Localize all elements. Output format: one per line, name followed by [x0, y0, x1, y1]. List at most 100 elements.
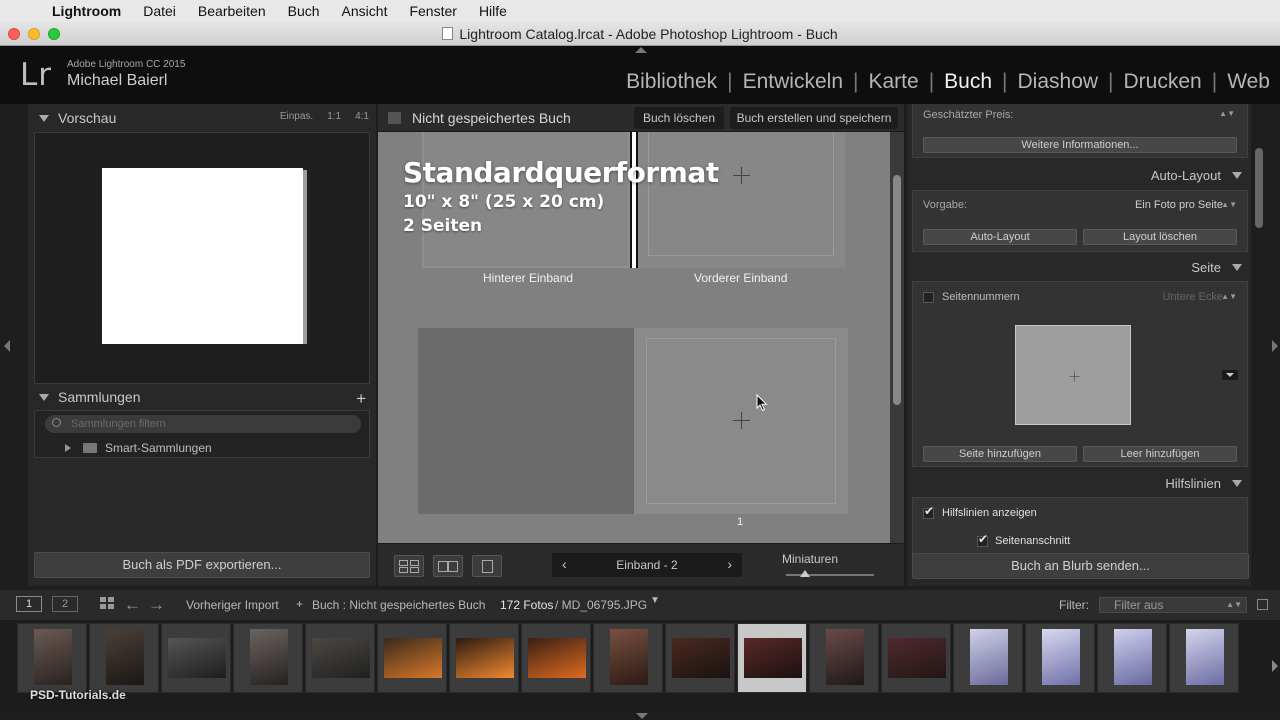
single-page-view-button[interactable]	[472, 555, 502, 577]
zoom-1to1-option[interactable]: 1:1	[327, 111, 341, 122]
page-bleed-label: Seitenanschnitt	[995, 535, 1071, 547]
canvas-scroll-thumb[interactable]	[893, 175, 901, 405]
auto-layout-header[interactable]: Auto-Layout	[911, 163, 1249, 189]
zoom-fit-option[interactable]: Einpas.	[280, 111, 313, 122]
book-source-label[interactable]: Buch : Nicht gespeichertes Buch	[312, 598, 485, 612]
watermark-logo: PSD-Tutorials.de	[30, 688, 126, 702]
filter-select[interactable]: Filter aus ▲▼	[1099, 597, 1247, 613]
guides-header[interactable]: Hilfslinien	[911, 471, 1249, 497]
page-numbers-checkbox[interactable]	[923, 292, 934, 303]
menu-datei[interactable]: Datei	[143, 3, 176, 19]
menu-bearbeiten[interactable]: Bearbeiten	[198, 3, 266, 19]
up-down-arrows-icon: ▲▼	[1221, 292, 1237, 301]
filmstrip-thumbnail[interactable]	[449, 623, 519, 693]
filmstrip-thumbnail[interactable]	[161, 623, 231, 693]
filmstrip-thumbnail[interactable]	[1025, 623, 1095, 693]
next-page-button[interactable]: ›	[727, 556, 732, 572]
thumbnail-photo	[744, 638, 802, 678]
filmstrip-thumbnail[interactable]	[377, 623, 447, 693]
left-page[interactable]	[418, 328, 634, 514]
page-header[interactable]: Seite	[911, 255, 1249, 281]
spread-view-button[interactable]	[433, 555, 463, 577]
menu-buch[interactable]: Buch	[288, 3, 320, 19]
auto-layout-button[interactable]: Auto-Layout	[923, 229, 1077, 245]
book-canvas[interactable]: Standardquerformat 10" x 8" (25 x 20 cm)…	[378, 132, 890, 543]
add-photo-crosshair-icon[interactable]	[733, 412, 750, 429]
collections-filter-input[interactable]: Sammlungen filtern	[45, 415, 361, 433]
chevron-down-icon[interactable]: ▼	[650, 595, 660, 606]
page-template-dropdown-button[interactable]	[1222, 370, 1238, 380]
book-toolbar: Nicht gespeichertes Buch Buch löschen Bu…	[378, 104, 904, 132]
menu-ansicht[interactable]: Ansicht	[342, 3, 388, 19]
minimize-window-button[interactable]	[28, 28, 40, 40]
delete-book-button[interactable]: Buch löschen	[634, 107, 724, 129]
filmstrip-thumbnail[interactable]	[233, 623, 303, 693]
filmstrip-thumbnail[interactable]	[17, 623, 87, 693]
filmstrip-thumbnail[interactable]	[809, 623, 879, 693]
right-panel-scrollbar[interactable]	[1255, 148, 1263, 228]
module-diashow[interactable]: Diashow	[1008, 70, 1109, 94]
menu-fenster[interactable]: Fenster	[409, 3, 456, 19]
thumbnail-photo	[826, 629, 864, 685]
zoom-window-button[interactable]	[48, 28, 60, 40]
thumbnails-label: Miniaturen	[782, 552, 839, 566]
thumbnail-photo	[384, 638, 442, 678]
clear-layout-button[interactable]: Layout löschen	[1083, 229, 1237, 245]
forward-arrow-icon[interactable]: →	[148, 595, 165, 615]
multi-page-view-button[interactable]	[394, 555, 424, 577]
preset-select[interactable]: Ein Foto pro Seite	[1135, 199, 1223, 211]
thumbnail-photo	[312, 638, 370, 678]
triangle-down-icon	[39, 394, 49, 401]
add-photo-crosshair-icon[interactable]	[733, 167, 750, 184]
filmstrip-thumbnail[interactable]	[521, 623, 591, 693]
collapse-right-panel-icon[interactable]	[1272, 340, 1278, 352]
collection-item-smart[interactable]: Smart-Sammlungen	[65, 441, 212, 455]
filmstrip-thumbnail[interactable]	[881, 623, 951, 693]
back-arrow-icon[interactable]: ←	[124, 595, 141, 615]
filmstrip-thumbnail[interactable]	[1097, 623, 1167, 693]
filter-label: Filter:	[1059, 598, 1089, 612]
module-karte[interactable]: Karte	[858, 70, 928, 94]
filmstrip-thumbnail[interactable]	[665, 623, 735, 693]
close-window-button[interactable]	[8, 28, 20, 40]
menu-lightroom[interactable]: Lightroom	[52, 3, 121, 19]
filmstrip-thumbnail[interactable]	[89, 623, 159, 693]
collapse-top-panel-icon[interactable]	[635, 47, 647, 53]
thumbnail-photo	[456, 638, 514, 678]
add-blank-button[interactable]: Leer hinzufügen	[1083, 446, 1237, 462]
add-collection-button[interactable]: +	[356, 389, 366, 409]
filmstrip-thumbnail[interactable]	[593, 623, 663, 693]
module-entwickeln[interactable]: Entwickeln	[733, 70, 853, 94]
thumbnail-photo	[106, 629, 144, 685]
filmstrip-thumbnail[interactable]	[737, 623, 807, 693]
module-buch[interactable]: Buch	[934, 70, 1002, 94]
page-numbers-position-select[interactable]: Untere Ecke	[1162, 291, 1223, 303]
filter-lock-icon[interactable]	[1257, 599, 1268, 610]
grid-view-icon[interactable]	[100, 597, 116, 610]
collapse-left-panel-icon[interactable]	[4, 340, 10, 352]
filmstrip-thumbnail[interactable]	[953, 623, 1023, 693]
preview-navigator[interactable]	[34, 132, 370, 384]
lightroom-logo: Lr	[20, 57, 53, 93]
export-pdf-button[interactable]: Buch als PDF exportieren...	[34, 552, 370, 578]
source-label[interactable]: Vorheriger Import	[186, 598, 279, 612]
page-template-thumbnail[interactable]	[1015, 325, 1131, 425]
zoom-4to1-option[interactable]: 4:1	[355, 111, 369, 122]
more-info-button[interactable]: Weitere Informationen...	[923, 137, 1237, 153]
module-drucken[interactable]: Drucken	[1114, 70, 1212, 94]
filmstrip-scroll-right-icon[interactable]	[1272, 660, 1278, 672]
triangle-right-icon[interactable]	[65, 444, 71, 452]
filmstrip-thumbnail[interactable]	[1169, 623, 1239, 693]
filmstrip-thumbnail[interactable]	[305, 623, 375, 693]
secondary-window-button[interactable]: 2	[52, 596, 78, 612]
filmstrip-toolbar: 1 2 ← → Vorheriger Import + Buch : Nicht…	[0, 590, 1280, 620]
add-page-button[interactable]: Seite hinzufügen	[923, 446, 1077, 462]
module-web[interactable]: Web	[1217, 70, 1280, 94]
thumbnails-slider-knob[interactable]	[800, 570, 810, 577]
main-window-button[interactable]: 1	[16, 596, 42, 612]
collapse-filmstrip-icon[interactable]	[636, 713, 648, 719]
send-to-blurb-button[interactable]: Buch an Blurb senden...	[912, 553, 1249, 579]
module-bibliothek[interactable]: Bibliothek	[616, 70, 727, 94]
create-save-book-button[interactable]: Buch erstellen und speichern	[730, 107, 898, 129]
menu-hilfe[interactable]: Hilfe	[479, 3, 507, 19]
